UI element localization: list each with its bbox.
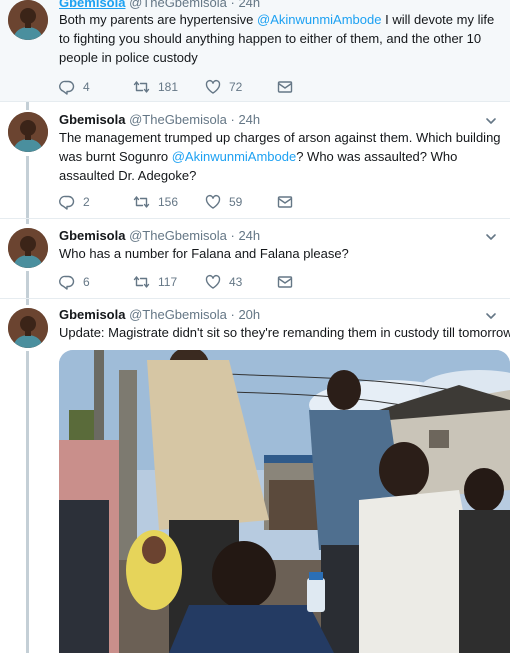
timestamp[interactable]: 24h [238,228,260,243]
retweet-button[interactable]: 117 [133,273,177,291]
separator-dot: · [230,307,235,322]
tweet-text: Both my parents are hypertensive @Akinwu… [59,10,505,67]
reply-button[interactable]: 2 [59,193,90,211]
timestamp[interactable]: 24h [238,0,260,10]
tweet-text: The management trumped up charges of ars… [59,128,505,185]
chevron-down-icon[interactable] [484,230,498,244]
retweet-count: 156 [158,195,179,209]
chevron-down-icon[interactable] [484,114,498,128]
retweet-count: 117 [158,275,178,289]
separator-dot: · [230,112,235,127]
avatar[interactable] [8,0,48,40]
separator-dot: · [230,228,235,243]
tweet[interactable]: Gbemisola @TheGbemisola · 24h The manage… [0,102,510,219]
separator-dot: · [230,0,235,10]
like-button[interactable]: 72 [205,78,242,96]
like-count: 43 [229,275,243,289]
author-name[interactable]: Gbemisola [59,0,125,10]
tweet-header: Gbemisola @TheGbemisola · 20h [59,307,260,323]
author-name[interactable]: Gbemisola [59,112,125,127]
photo-scene [59,350,510,653]
retweet-icon [133,81,150,93]
retweet-icon [133,196,150,208]
tweet-header: Gbemisola @TheGbemisola · 24h [59,228,260,244]
tweet[interactable]: Gbemisola @TheGbemisola · 24h Both my pa… [0,0,510,102]
author-handle[interactable]: @TheGbemisola [129,112,227,127]
reply-button[interactable]: 4 [59,78,90,96]
timestamp[interactable]: 20h [238,307,260,322]
tweet-text: Who has a number for Falana and Falana p… [59,246,349,261]
envelope-icon [277,276,293,288]
reply-count: 4 [83,80,90,94]
chevron-down-icon[interactable] [484,309,498,323]
like-count: 59 [229,195,243,209]
reply-count: 6 [83,275,90,289]
like-button[interactable]: 59 [205,193,242,211]
author-name[interactable]: Gbemisola [59,228,125,243]
tweet-header: Gbemisola @TheGbemisola · 24h [59,112,260,128]
dm-button[interactable] [277,193,293,211]
author-handle[interactable]: @TheGbemisola [129,0,227,10]
envelope-icon [277,196,293,208]
mention-link[interactable]: @AkinwunmiAmbode [172,149,296,164]
author-handle[interactable]: @TheGbemisola [129,307,227,322]
author-handle[interactable]: @TheGbemisola [129,228,227,243]
retweet-button[interactable]: 181 [133,78,178,96]
reply-button[interactable]: 6 [59,273,90,291]
retweet-icon [133,276,150,288]
reply-icon [59,80,75,95]
avatar[interactable] [8,112,48,152]
author-name[interactable]: Gbemisola [59,307,125,322]
timestamp[interactable]: 24h [238,112,260,127]
reply-icon [59,275,75,290]
tweet[interactable]: Gbemisola @TheGbemisola · 24h Who has a … [0,219,510,299]
envelope-icon [277,81,293,93]
like-count: 72 [229,80,243,94]
retweet-count: 181 [158,80,179,94]
avatar[interactable] [8,228,48,268]
heart-icon [205,274,221,289]
heart-icon [205,194,221,209]
dm-button[interactable] [277,78,293,96]
tweet-text: Update: Magistrate didn't sit so they're… [59,325,510,340]
text-part: Both my parents are hypertensive [59,12,257,27]
mention-link[interactable]: @AkinwunmiAmbode [257,12,381,27]
retweet-button[interactable]: 156 [133,193,178,211]
reply-icon [59,195,75,210]
dm-button[interactable] [277,273,293,291]
like-button[interactable]: 43 [205,273,242,291]
tweet-photo[interactable] [59,350,510,653]
heart-icon [205,79,221,94]
avatar[interactable] [8,308,48,348]
reply-count: 2 [83,195,90,209]
